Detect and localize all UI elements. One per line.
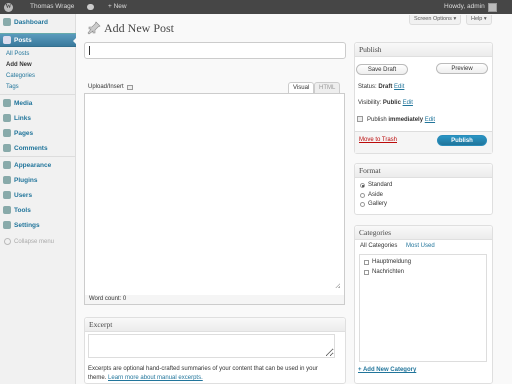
my-account-menu[interactable]: Howdy, admin [444, 0, 497, 14]
excerpt-title[interactable]: Excerpt [85, 318, 345, 332]
category-checkbox[interactable] [364, 260, 369, 265]
menu-posts[interactable]: Posts [0, 33, 77, 47]
help-button[interactable]: Help ▾ [466, 15, 492, 25]
publish-title[interactable]: Publish [355, 43, 492, 57]
tools-icon [3, 206, 11, 214]
settings-icon [3, 221, 11, 229]
admin-bar: W Thomas Wrage + New Howdy, admin [0, 0, 512, 14]
tab-all-categories[interactable]: All Categories [360, 243, 397, 249]
menu-settings[interactable]: Settings [0, 218, 76, 232]
excerpt-help-text: Excerpts are optional hand-crafted summa… [88, 366, 318, 372]
post-visibility: Visibility: Public Edit [358, 100, 413, 106]
format-standard-radio[interactable] [360, 183, 365, 188]
media-icon [3, 99, 11, 107]
comment-bubble-icon [87, 4, 94, 10]
tab-most-used[interactable]: Most Used [406, 243, 435, 249]
format-title[interactable]: Format [355, 164, 492, 178]
menu-separator [0, 94, 76, 95]
submenu-categories[interactable]: Categories [6, 73, 35, 79]
excerpt-learn-more-link[interactable]: Learn more about manual excerpts. [108, 375, 203, 381]
site-name-link[interactable]: Thomas Wrage [30, 0, 74, 14]
post-content-editor[interactable] [84, 93, 345, 296]
category-label: Hauptmeldung [372, 259, 412, 265]
page-title: Add New Post [104, 21, 175, 35]
collapse-arrow-icon [4, 238, 11, 245]
excerpt-help-line2: theme. Learn more about manual excerpts. [88, 375, 203, 381]
howdy-text: Howdy, admin [444, 3, 485, 10]
menu-tools[interactable]: Tools [0, 203, 76, 217]
links-icon [3, 114, 11, 122]
site-name: Thomas Wrage [30, 3, 75, 10]
submenu-tags[interactable]: Tags [6, 84, 19, 90]
publish-time-value: immediately [388, 117, 424, 123]
save-draft-button[interactable]: Save Draft [356, 64, 408, 75]
status-value: Draft [378, 84, 393, 90]
upload-insert-link[interactable]: Upload/Insert [88, 84, 133, 90]
format-aside-radio[interactable] [360, 193, 365, 198]
plugins-icon [3, 176, 11, 184]
publish-time: Publish immediately Edit [367, 117, 436, 123]
add-new-category-link[interactable]: + Add New Category [358, 367, 416, 373]
tab-html[interactable]: HTML [314, 82, 341, 93]
category-label: Nachrichten [372, 269, 405, 275]
menu-media[interactable]: Media [0, 96, 76, 110]
tab-visual[interactable]: Visual [288, 82, 315, 93]
format-standard-label: Standard [368, 182, 393, 188]
format-aside-label: Aside [368, 192, 384, 198]
add-media-icon[interactable] [126, 84, 133, 90]
pushpin-icon [87, 21, 101, 35]
pages-icon [3, 129, 11, 137]
menu-dashboard[interactable]: Dashboard [0, 15, 76, 29]
wp-logo-menu[interactable]: W [4, 0, 13, 14]
edit-visibility-link[interactable]: Edit [403, 100, 413, 106]
publish-button[interactable]: Publish [437, 135, 487, 146]
screen-options-button[interactable]: Screen Options ▾ [409, 15, 462, 25]
menu-pages[interactable]: Pages [0, 126, 76, 140]
category-checkbox[interactable] [364, 270, 369, 275]
post-title-input[interactable] [84, 42, 346, 59]
avatar [487, 2, 497, 12]
menu-users[interactable]: Users [0, 188, 76, 202]
new-content-menu[interactable]: + New [108, 0, 127, 14]
format-gallery-radio[interactable] [360, 202, 365, 207]
submenu-all-posts[interactable]: All Posts [6, 51, 29, 57]
pin-icon [3, 36, 11, 44]
format-gallery-label: Gallery [368, 201, 388, 207]
menu-comments[interactable]: Comments [0, 141, 76, 155]
dashboard-icon [3, 18, 11, 26]
submenu-add-new[interactable]: Add New [6, 62, 32, 68]
collapse-menu-button[interactable]: Collapse menu [4, 238, 54, 245]
menu-links[interactable]: Links [0, 111, 76, 125]
edit-status-link[interactable]: Edit [394, 84, 404, 90]
users-icon [3, 191, 11, 199]
edit-timestamp-link[interactable]: Edit [425, 117, 435, 123]
word-count: Word count: 0 [84, 295, 345, 305]
menu-separator [0, 156, 76, 157]
post-status: Status: Draft Edit [358, 84, 405, 90]
categories-title[interactable]: Categories [355, 226, 492, 240]
visibility-value: Public [382, 100, 401, 106]
new-content-label: + New [108, 3, 127, 10]
menu-plugins[interactable]: Plugins [0, 173, 76, 187]
comments-link[interactable] [87, 0, 94, 14]
format-box: Format [354, 163, 493, 215]
preview-button[interactable]: Preview [436, 63, 488, 74]
move-to-trash-link[interactable]: Move to Trash [359, 137, 397, 143]
resize-handle-icon[interactable] [334, 282, 340, 288]
menu-appearance[interactable]: Appearance [0, 158, 76, 172]
text-caret [89, 46, 90, 55]
calendar-icon [357, 116, 363, 122]
wordpress-logo-icon: W [4, 2, 13, 12]
comments-icon [3, 144, 11, 152]
excerpt-textarea[interactable] [88, 334, 335, 358]
appearance-icon [3, 161, 11, 169]
